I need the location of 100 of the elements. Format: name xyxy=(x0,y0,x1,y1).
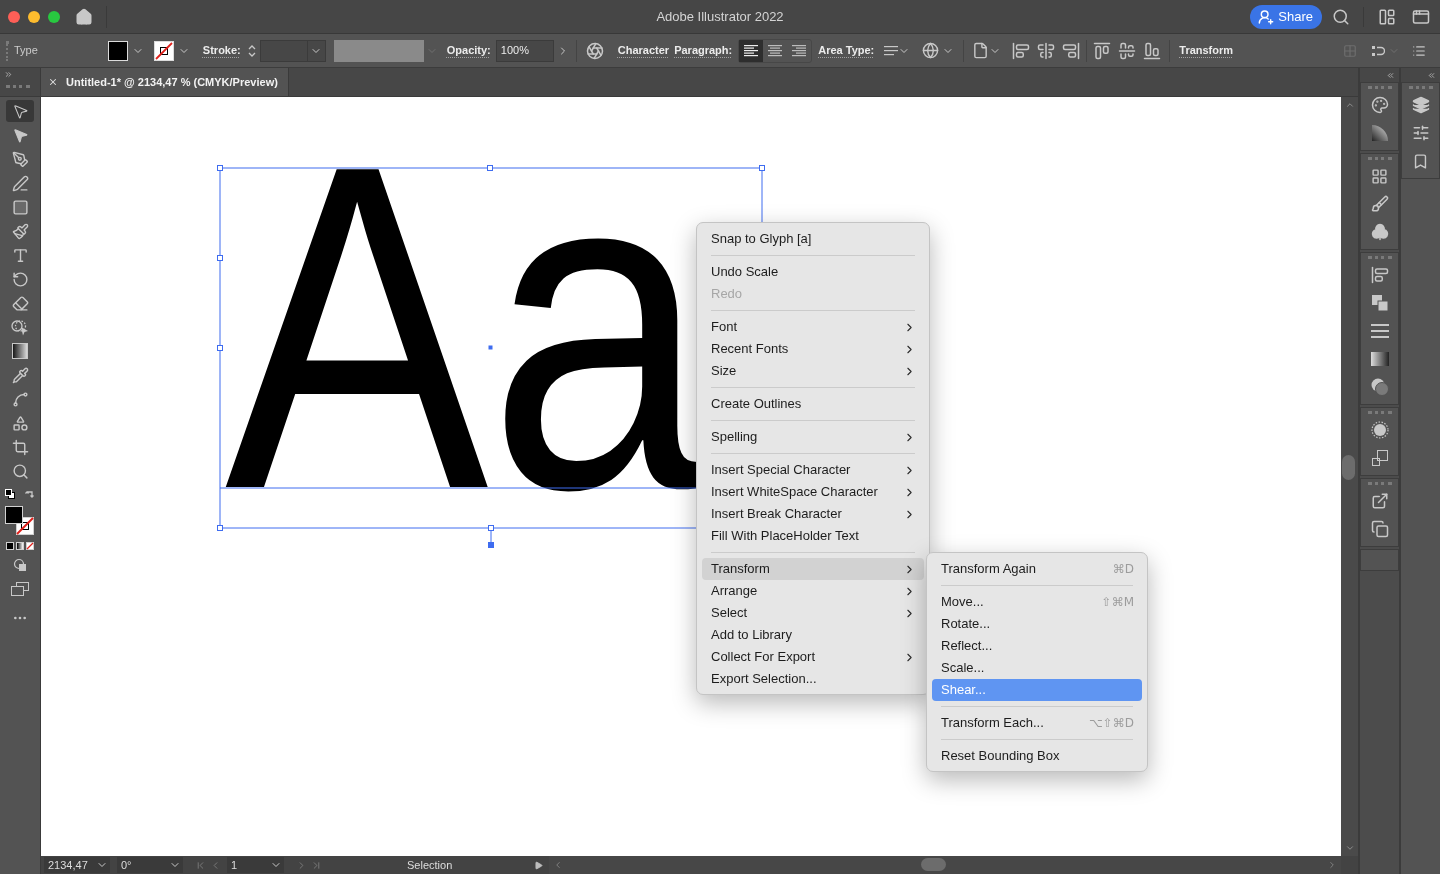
none-swatch-icon[interactable] xyxy=(26,542,34,550)
copy-icon[interactable] xyxy=(1370,520,1389,538)
lines-icon[interactable] xyxy=(1370,324,1389,338)
window-icon[interactable] xyxy=(1412,7,1430,26)
eraser-icon[interactable] xyxy=(11,294,29,312)
color-swatch-icon[interactable] xyxy=(6,542,14,550)
collapse-panel-icon[interactable] xyxy=(1427,70,1436,80)
grip-icon[interactable] xyxy=(6,85,30,88)
align-left-icon[interactable] xyxy=(1370,266,1389,284)
artboard-field[interactable]: 1 xyxy=(227,857,284,873)
page-icon[interactable] xyxy=(972,42,990,59)
pen-icon[interactable] xyxy=(11,150,29,168)
maximize-window-icon[interactable] xyxy=(48,10,60,23)
eyedropper-icon[interactable] xyxy=(11,366,29,384)
palette-icon[interactable] xyxy=(1370,96,1389,114)
align-horizontal-center-icon[interactable] xyxy=(1037,41,1056,60)
fill-swatch-icon[interactable] xyxy=(107,40,128,61)
paragraph-align-button[interactable] xyxy=(739,39,764,62)
menu-item[interactable]: Reset Bounding Box xyxy=(932,745,1142,767)
opacity-field[interactable]: 100% xyxy=(495,39,554,62)
minimize-window-icon[interactable] xyxy=(28,10,40,23)
menu-item[interactable]: Export Selection... xyxy=(702,668,924,690)
crop-icon[interactable] xyxy=(11,438,29,456)
shapes-icon[interactable] xyxy=(11,414,29,432)
gradient-square-icon[interactable] xyxy=(12,343,28,359)
sliders-icon[interactable] xyxy=(1411,124,1430,142)
overlapping-circles-icon[interactable] xyxy=(1370,378,1389,396)
list-icon[interactable] xyxy=(1412,43,1426,58)
close-icon[interactable] xyxy=(48,77,58,87)
paragraph-link[interactable]: Paragraph: xyxy=(674,42,733,59)
menu-item[interactable]: Transform xyxy=(702,558,924,580)
menu-item[interactable]: Transform Each... ⌥⇧⌘D xyxy=(932,712,1142,734)
align-left-icon[interactable] xyxy=(1012,41,1031,60)
arrow-pointer-icon[interactable] xyxy=(11,102,29,120)
club-icon[interactable] xyxy=(1370,223,1389,241)
export-icon[interactable] xyxy=(1370,492,1389,510)
gradient-swatch-icon[interactable] xyxy=(16,542,24,550)
dotted-circle-icon[interactable] xyxy=(1370,421,1389,439)
align-right-icon[interactable] xyxy=(1062,41,1081,60)
draw-mode-icon[interactable] xyxy=(13,558,27,572)
align-vertical-center-icon[interactable] xyxy=(1118,41,1137,60)
globe-icon[interactable] xyxy=(922,42,940,59)
menu-item[interactable]: Select xyxy=(702,602,924,624)
magnifier-icon[interactable] xyxy=(11,462,29,480)
circles-pointer-icon[interactable] xyxy=(11,318,29,336)
menu-item[interactable]: Reflect... xyxy=(932,635,1142,657)
document-tab[interactable]: Untitled-1* @ 2134,47 % (CMYK/Preview) xyxy=(41,68,289,96)
grip-icon[interactable] xyxy=(1367,255,1392,259)
menu-item[interactable]: Rotate... xyxy=(932,613,1142,635)
menu-item[interactable]: Arrange xyxy=(702,580,924,602)
scrollbar-thumb[interactable] xyxy=(921,858,946,871)
rectangle-icon[interactable] xyxy=(11,198,29,216)
paintbrush-icon[interactable] xyxy=(11,222,29,240)
workspace-layout-icon[interactable] xyxy=(1378,7,1396,26)
play-icon[interactable] xyxy=(534,860,543,870)
pen-line-icon[interactable] xyxy=(11,174,29,192)
quarter-gradient-icon[interactable] xyxy=(1371,125,1388,141)
bracket-icon[interactable] xyxy=(1371,43,1385,58)
default-colors-icon[interactable] xyxy=(5,489,15,499)
rotate-icon[interactable] xyxy=(11,270,29,288)
bookmark-icon[interactable] xyxy=(1412,152,1429,170)
menu-item[interactable]: Add to Library xyxy=(702,624,924,646)
align-top-icon[interactable] xyxy=(1093,41,1112,60)
align-bottom-icon[interactable] xyxy=(1143,41,1162,60)
zoom-field[interactable]: 2134,47 xyxy=(44,857,110,873)
aperture-icon[interactable] xyxy=(585,41,604,60)
menu-item[interactable]: Move... ⇧⌘M xyxy=(932,591,1142,613)
transform-link[interactable]: Transform xyxy=(1179,42,1234,59)
tool-button[interactable] xyxy=(6,100,34,122)
stroke-link[interactable]: Stroke: xyxy=(202,42,241,59)
swap-arrow-icon[interactable] xyxy=(25,489,35,499)
grip-icon[interactable] xyxy=(1367,481,1392,485)
search-icon[interactable] xyxy=(1332,7,1350,26)
character-link[interactable]: Character xyxy=(617,42,670,59)
menu-item[interactable]: Collect For Export xyxy=(702,646,924,668)
rotation-field[interactable]: 0° xyxy=(117,857,183,873)
menu-item[interactable]: Transform Again ⌘D xyxy=(932,558,1142,580)
gradient-icon[interactable] xyxy=(1370,352,1389,366)
collapse-panel-icon[interactable] xyxy=(1386,70,1395,80)
scrollbar-thumb[interactable] xyxy=(1342,455,1355,480)
expand-panel-icon[interactable] xyxy=(4,70,13,79)
tool-status-label[interactable]: Selection xyxy=(407,856,527,874)
filled-arrow-icon[interactable] xyxy=(11,126,29,144)
grip-icon[interactable] xyxy=(1367,410,1392,414)
close-window-icon[interactable] xyxy=(8,10,20,23)
stroke-none-swatch-icon[interactable] xyxy=(153,40,174,61)
opacity-link[interactable]: Opacity: xyxy=(446,42,491,59)
type-icon[interactable] xyxy=(11,246,29,264)
overlapping-squares-icon[interactable] xyxy=(1371,295,1388,311)
menu-item[interactable]: Scale... xyxy=(932,657,1142,679)
grip-icon[interactable] xyxy=(6,40,9,61)
grip-icon[interactable] xyxy=(1367,85,1392,89)
squares-icon[interactable] xyxy=(1371,450,1388,466)
vertical-scrollbar[interactable] xyxy=(1341,97,1358,856)
grid-icon[interactable] xyxy=(1371,167,1388,185)
area-type-link[interactable]: Area Type: xyxy=(818,42,875,59)
stroke-weight-field[interactable] xyxy=(259,39,326,62)
brush-icon[interactable] xyxy=(1370,195,1389,213)
share-button[interactable]: Share xyxy=(1250,4,1322,29)
fill-stroke-swatches-icon[interactable] xyxy=(5,506,35,536)
